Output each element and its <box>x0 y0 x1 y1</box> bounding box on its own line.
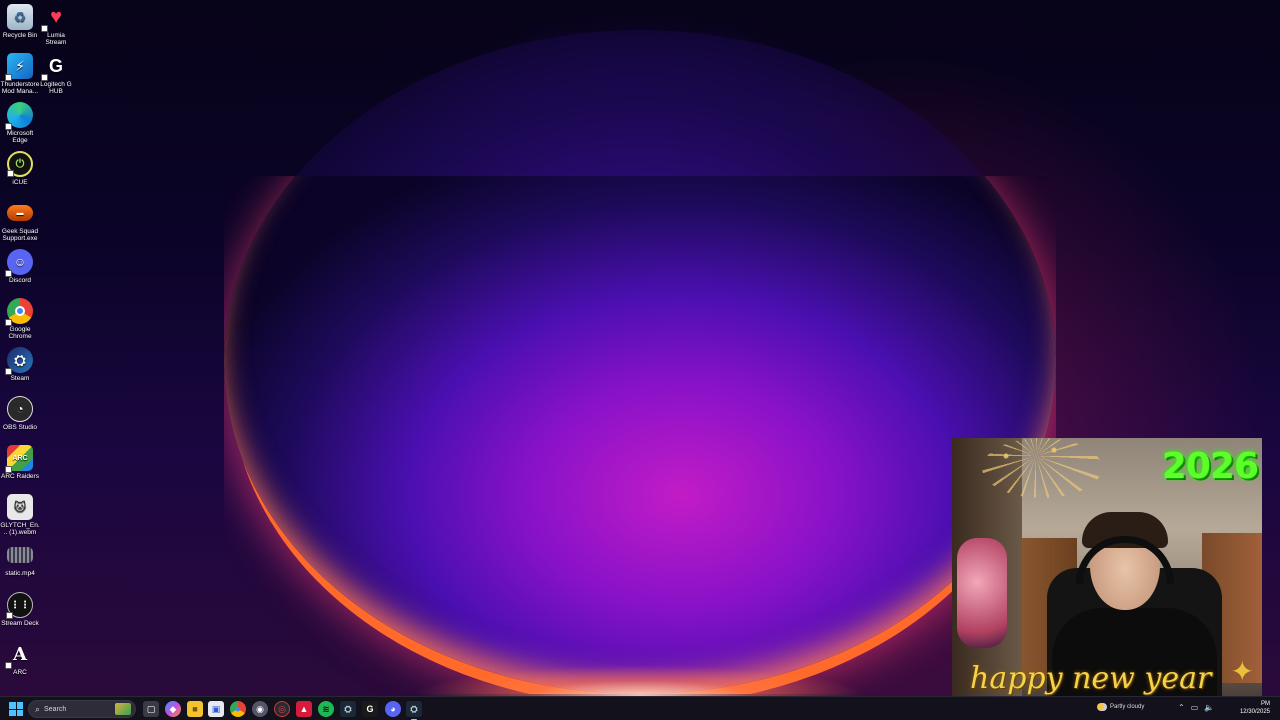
desktop-icon-label: OBS Studio <box>3 424 37 431</box>
recycle-bin-icon: ♻ <box>7 4 33 30</box>
discord-app[interactable]: ◕ <box>385 701 401 717</box>
store-app[interactable]: ▣ <box>208 701 224 717</box>
start-button[interactable] <box>9 702 23 716</box>
desktop-icon-steam[interactable]: ⛭ Steam <box>0 347 40 382</box>
geek-squad-icon: ▬ <box>7 205 33 221</box>
desktop-icon-logitech-ghub[interactable]: G Logitech G HUB <box>36 53 76 96</box>
desktop-icon-webm-file[interactable]: 🐱 GLYTCH_En... (1).webm <box>0 494 40 536</box>
chevron-up-icon[interactable]: ⌃ <box>1178 703 1185 712</box>
arc-raiders-icon: ARC <box>5 445 33 473</box>
webm-file-icon: 🐱 <box>7 494 33 520</box>
desktop-icon-thunderstore[interactable]: ⚡ Thunderstore Mod Mana... <box>0 53 40 95</box>
windows-logo-icon <box>9 709 16 716</box>
ghub-app[interactable]: G <box>362 701 378 717</box>
discord-icon: ☺ <box>5 249 33 277</box>
desktop-icon-edge[interactable]: Microsoft Edge <box>0 102 40 144</box>
volume-icon[interactable]: 🔈 <box>1204 703 1214 712</box>
edge-icon <box>5 102 33 130</box>
desktop-icon-label: iCUE <box>12 179 28 186</box>
desktop-icon-icue[interactable]: ⏻ iCUE <box>0 151 40 186</box>
network-icon[interactable]: ▭ <box>1191 703 1199 712</box>
system-tray[interactable]: ⌃ ▭ 🔈 <box>1178 703 1214 712</box>
search-icon: ⌕ <box>35 703 41 714</box>
desktop-icon-recycle-bin[interactable]: ♻ Recycle Bin <box>0 4 40 39</box>
desktop-icon-label: ARC Raiders <box>1 473 39 480</box>
plush-toy <box>957 538 1007 648</box>
greeting-overlay-text: happy new year <box>970 661 1212 696</box>
taskbar-clock[interactable]: PM 12/30/2025 <box>1240 700 1270 716</box>
desktop-icon-lumia-stream[interactable]: ♥ Lumia Stream <box>36 4 76 46</box>
file-explorer-app[interactable]: ▢ <box>143 701 159 717</box>
desktop-icon-label: Recycle Bin <box>2 32 38 39</box>
year-overlay-text: 2026 <box>1161 446 1259 487</box>
spotify-app[interactable]: ≋ <box>318 701 334 717</box>
chrome-icon <box>5 298 33 326</box>
obs-icon: ◔ <box>7 396 33 422</box>
logitech-ghub-icon: G <box>41 53 69 81</box>
taskbar: ⌕ Search ▢ ◆ ■ ▣ ● ◉ ◎ ▲ ≋ ⛭ G ◕ ⛭ Partl… <box>0 696 1280 720</box>
windows-logo-icon <box>9 702 16 709</box>
desktop-icon-label: Lumia Stream <box>45 32 67 46</box>
desktop-icon-label: Google Chrome <box>8 326 32 340</box>
stream-deck-icon: ⋮⋮ <box>6 592 33 619</box>
fireworks-decoration <box>982 438 1102 498</box>
clock-time: PM <box>1261 701 1270 707</box>
search-highlight-icon <box>115 703 131 715</box>
arc-icon: A <box>5 641 33 669</box>
steam-active-app[interactable]: ⛭ <box>406 701 422 720</box>
desktop-icon-label: static.mp4 <box>5 570 35 577</box>
desktop-icon-obs[interactable]: ◔ OBS Studio <box>0 396 40 431</box>
chrome-app[interactable]: ● <box>230 701 246 717</box>
desktop-icon-video-file[interactable]: static.mp4 <box>0 547 40 577</box>
desktop-icon-label: Stream Deck <box>1 620 39 627</box>
folder-app[interactable]: ■ <box>187 701 203 717</box>
icue-icon: ⏻ <box>7 151 33 177</box>
windows-logo-icon <box>16 702 23 709</box>
leaf-icon: ✦ <box>1230 656 1254 687</box>
desktop-icon-label: Microsoft Edge <box>6 130 34 144</box>
wallpaper-glow <box>360 600 920 696</box>
desktop-icon-label: GLYTCH_En... (1).webm <box>0 522 40 536</box>
thunderstore-icon: ⚡ <box>5 53 33 81</box>
lumia-stream-icon: ♥ <box>41 4 69 32</box>
desktop-icon-label: ARC <box>13 669 27 676</box>
desktop-icon-label: Logitech G HUB <box>40 81 72 95</box>
taskbar-search[interactable]: ⌕ Search <box>28 700 136 718</box>
desktop-icon-discord[interactable]: ☺ Discord <box>0 249 40 284</box>
desktop-icon-label: Steam <box>10 375 30 382</box>
clock-date: 12/30/2025 <box>1239 709 1270 715</box>
desktop-icon-stream-deck[interactable]: ⋮⋮ Stream Deck <box>0 592 40 627</box>
weather-widget[interactable]: Partly cloudy <box>1097 703 1144 711</box>
video-file-icon <box>7 547 33 563</box>
red-app[interactable]: ▲ <box>296 701 312 717</box>
steam-icon: ⛭ <box>5 347 33 375</box>
copilot-app[interactable]: ◆ <box>165 701 181 717</box>
partly-cloudy-icon <box>1097 703 1107 711</box>
desktop-icon-label: Discord <box>8 277 32 284</box>
media-app[interactable]: ◉ <box>252 701 268 717</box>
steam-app[interactable]: ⛭ <box>340 701 356 717</box>
desktop-icon-arc-raiders[interactable]: ARC ARC Raiders <box>0 445 40 480</box>
desktop-icon-label: Thunderstore Mod Mana... <box>0 81 40 95</box>
ship-app[interactable]: ◎ <box>274 701 290 717</box>
desktop-icon-arc[interactable]: A ARC <box>0 641 40 676</box>
weather-text: Partly cloudy <box>1110 704 1145 710</box>
windows-logo-icon <box>16 709 23 716</box>
search-placeholder: Search <box>44 705 67 713</box>
desktop-icon-label: Geek Squad Support.exe <box>1 228 39 242</box>
desktop-icon-chrome[interactable]: Google Chrome <box>0 298 40 340</box>
webcam-overlay: 2026 happy new year ✦ <box>952 438 1262 698</box>
desktop-icon-geek-squad[interactable]: ▬ Geek Squad Support.exe <box>0 200 40 242</box>
